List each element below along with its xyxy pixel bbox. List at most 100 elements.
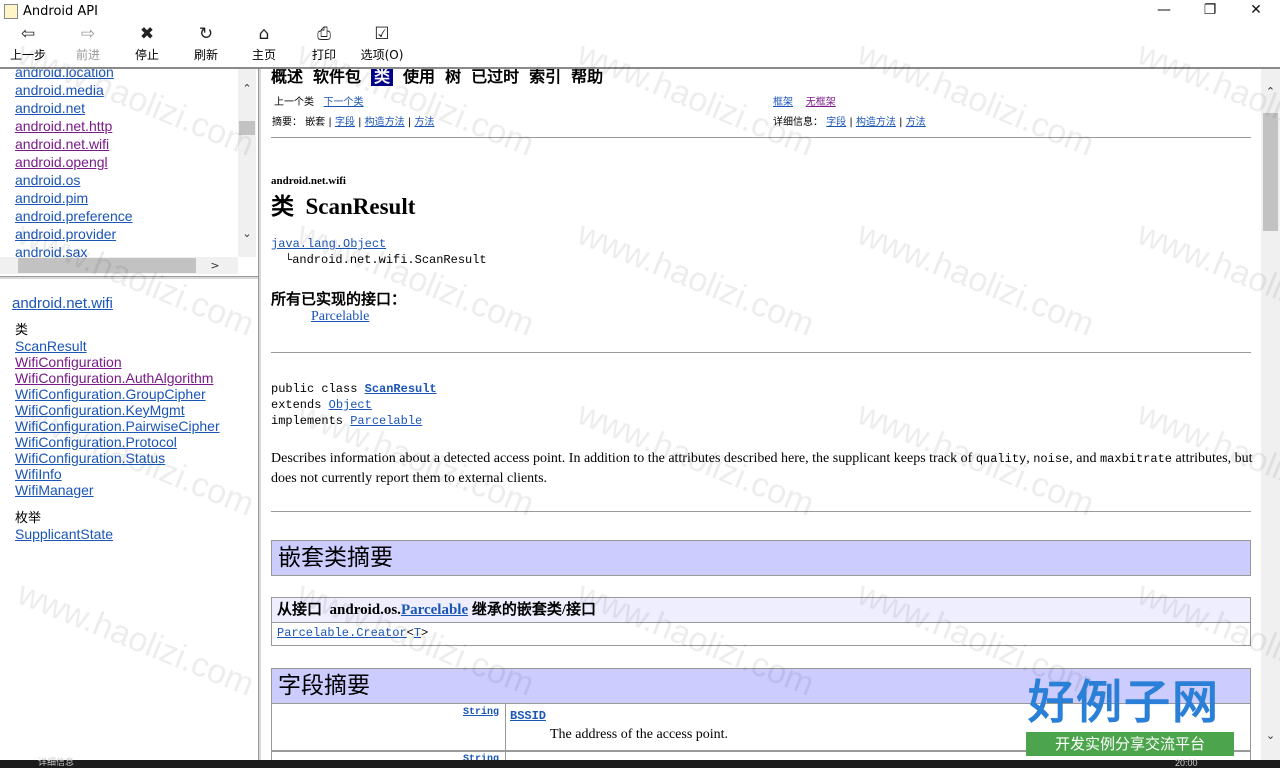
- nav-package[interactable]: 软件包: [313, 69, 361, 86]
- nav-index[interactable]: 索引: [529, 69, 561, 86]
- inherit-iface-link[interactable]: Parcelable: [401, 602, 468, 618]
- stop-icon: ✖: [139, 24, 155, 44]
- scroll-down-icon[interactable]: ⌄: [1261, 727, 1280, 745]
- inherit-type-link[interactable]: T: [414, 626, 421, 640]
- scroll-up-icon[interactable]: ⌃: [1261, 83, 1280, 101]
- no-frames-link[interactable]: 无框架: [806, 97, 836, 108]
- toolbar-button-1[interactable]: ⇨ 前进: [62, 23, 114, 67]
- package-name-link[interactable]: android.net.wifi: [12, 295, 113, 312]
- class-link[interactable]: WifiConfiguration.GroupCipher: [15, 386, 220, 402]
- toolbar-button-4[interactable]: ⌂ 主页: [238, 23, 290, 67]
- class-title-name: ScanResult: [305, 194, 416, 219]
- toolbar-button-3[interactable]: ↻ 刷新: [180, 23, 232, 67]
- nav-help[interactable]: 帮助: [571, 69, 603, 86]
- next-class-link[interactable]: 下一个类: [324, 97, 364, 108]
- impl-iface-link[interactable]: Parcelable: [311, 309, 369, 325]
- nested-label: 嵌套: [305, 117, 326, 128]
- field-name-link[interactable]: BSSID: [510, 709, 546, 723]
- desc-code-maxbitrate: maxbitrate: [1099, 452, 1172, 466]
- class-link[interactable]: WifiManager: [15, 482, 220, 498]
- separator: |: [407, 117, 412, 128]
- package-link[interactable]: android.location: [15, 69, 133, 81]
- scroll-thumb[interactable]: [1263, 113, 1278, 231]
- maximize-button[interactable]: ❐: [1187, 0, 1233, 23]
- scroll-down-icon[interactable]: ⌄: [238, 225, 256, 243]
- class-link[interactable]: ScanResult: [15, 338, 220, 354]
- toolbar-button-0[interactable]: ⇦ 上一步: [2, 23, 54, 67]
- hierarchy-parent: java.lang.Object: [271, 237, 386, 251]
- close-button[interactable]: ✕: [1233, 0, 1279, 23]
- scroll-up-icon[interactable]: ⌃: [238, 80, 256, 98]
- field-type-link[interactable]: String: [463, 707, 499, 718]
- back-arrow-icon: ⇦: [20, 24, 36, 44]
- toolbar-button-label: 刷新: [193, 48, 218, 62]
- nav-deprecated[interactable]: 已过时: [471, 69, 519, 86]
- decl-iface-link[interactable]: Parcelable: [350, 414, 422, 428]
- class-link[interactable]: WifiConfiguration.Status: [15, 450, 220, 466]
- enum-list: SupplicantState: [15, 526, 113, 542]
- inherit-item-link[interactable]: Parcelable.Creator: [277, 626, 407, 640]
- brand-logo: 好例子网 开发实例分享交流平台: [1022, 676, 1236, 758]
- hierarchy-parent-link[interactable]: java.lang.Object: [271, 237, 386, 251]
- detail-constructor-link[interactable]: 构造方法: [856, 117, 896, 128]
- package-link[interactable]: android.opengl: [15, 153, 133, 171]
- status-clock: 20:00: [1175, 758, 1198, 768]
- package-link[interactable]: android.net.wifi: [15, 135, 133, 153]
- package-list-vscrollbar[interactable]: ⌃ ⌄: [238, 69, 256, 257]
- toolbar-button-5[interactable]: ⎙ 打印: [298, 23, 350, 67]
- inherit-lt: <: [406, 626, 414, 640]
- class-list: ScanResult WifiConfiguration WifiConfigura…: [15, 338, 220, 498]
- package-list: android.location android.media android.net…: [15, 69, 133, 261]
- scroll-right-icon[interactable]: >: [206, 257, 224, 274]
- impl-iface-text[interactable]: Parcelable: [311, 309, 369, 324]
- detail-method-link[interactable]: 方法: [906, 117, 926, 128]
- brand-subtitle: 开发实例分享交流平台: [1026, 732, 1234, 756]
- divider: [271, 511, 1251, 512]
- summary-constructor-link[interactable]: 构造方法: [365, 117, 405, 128]
- decl-class-link[interactable]: ScanResult: [365, 382, 437, 396]
- minimize-button[interactable]: —: [1141, 0, 1187, 23]
- nav-class: 类: [371, 69, 394, 86]
- frames-link[interactable]: 框架: [773, 97, 793, 108]
- package-list-hscrollbar[interactable]: < >: [0, 257, 238, 274]
- desc-and: , and: [1069, 451, 1097, 466]
- detail-row: 详细信息： 字段 | 构造方法 | 方法: [773, 113, 926, 128]
- nav-use[interactable]: 使用: [403, 69, 435, 86]
- toolbar-button-2[interactable]: ✖ 停止: [121, 23, 173, 67]
- doc-vscrollbar[interactable]: ⌃ ⌄: [1261, 69, 1280, 768]
- class-link[interactable]: WifiConfiguration.PairwiseCipher: [15, 418, 220, 434]
- package-link[interactable]: android.media: [15, 81, 133, 99]
- home-icon: ⌂: [258, 24, 270, 44]
- enum-link[interactable]: SupplicantState: [15, 526, 113, 542]
- impl-heading: 所有已实现的接口：: [271, 292, 407, 308]
- toolbar-button-label: 选项(O): [360, 48, 404, 62]
- package-link[interactable]: android.provider: [15, 225, 133, 243]
- package-list-frame: android.location android.media android.net…: [0, 69, 256, 276]
- inherited-nested-row: Parcelable.Creator<T>: [271, 622, 1251, 646]
- decl-object-link[interactable]: Object: [329, 398, 372, 412]
- field-type-cell: String: [272, 703, 506, 750]
- class-link[interactable]: WifiConfiguration.Protocol: [15, 434, 220, 450]
- summary-method-link[interactable]: 方法: [414, 117, 434, 128]
- class-link[interactable]: WifiConfiguration.AuthAlgorithm: [15, 370, 220, 386]
- brand-title: 好例子网: [1028, 675, 1220, 729]
- nav-overview[interactable]: 概述: [271, 69, 303, 86]
- enums-heading: 枚举: [15, 511, 42, 526]
- nav-tree[interactable]: 树: [445, 69, 461, 86]
- scroll-thumb[interactable]: [18, 258, 196, 273]
- package-link[interactable]: android.net.http: [15, 117, 133, 135]
- detail-field-link[interactable]: 字段: [826, 117, 846, 128]
- hierarchy-child-name: android.net.wifi.ScanResult: [292, 253, 487, 267]
- class-link[interactable]: WifiInfo: [15, 466, 220, 482]
- frames-row: 框架 无框架: [773, 93, 836, 108]
- class-link[interactable]: WifiConfiguration.KeyMgmt: [15, 402, 220, 418]
- toolbar-button-label: 上一步: [9, 48, 46, 62]
- summary-field-link[interactable]: 字段: [335, 117, 355, 128]
- class-link[interactable]: WifiConfiguration: [15, 354, 220, 370]
- scroll-thumb[interactable]: [239, 121, 255, 135]
- toolbar-button-6[interactable]: ☑ 选项(O): [356, 23, 408, 67]
- package-link[interactable]: android.pim: [15, 189, 133, 207]
- package-link[interactable]: android.os: [15, 171, 133, 189]
- package-link[interactable]: android.preference: [15, 207, 133, 225]
- package-link[interactable]: android.net: [15, 99, 133, 117]
